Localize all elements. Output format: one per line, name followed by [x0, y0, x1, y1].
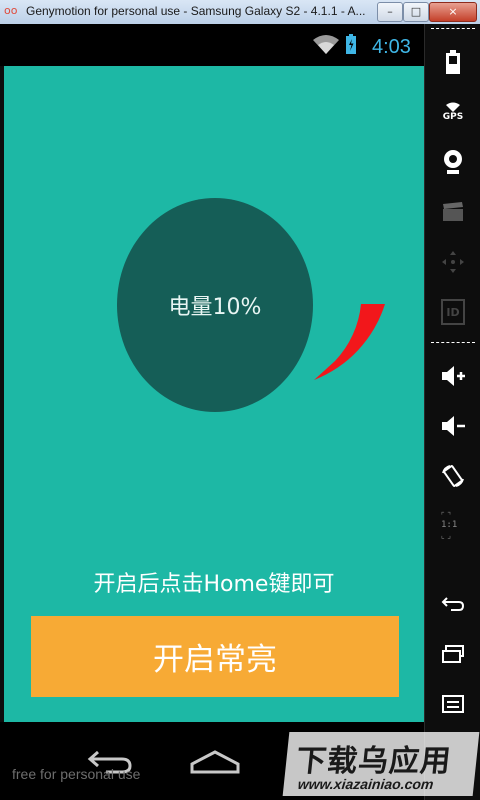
webcam-widget-button[interactable]: [425, 142, 480, 182]
ratio-label: 1:1: [441, 520, 458, 530]
pixel-ratio-icon: 1:1 ⌜ ⌝ ⌞ ⌟: [441, 511, 458, 540]
close-button[interactable]: ×: [429, 2, 477, 22]
dpad-icon: [442, 251, 464, 273]
rotate-button[interactable]: [425, 456, 480, 496]
genymotion-side-panel: GPS ID 1:1 ⌜ ⌝ ⌞ ⌟: [424, 24, 480, 800]
panel-separator: [431, 28, 475, 29]
device-id-widget-button[interactable]: ID: [425, 292, 480, 332]
screencast-widget-button[interactable]: [425, 192, 480, 232]
gps-icon: [446, 102, 460, 112]
recent-apps-button[interactable]: [425, 634, 480, 674]
keep-screen-on-button[interactable]: 开启常亮: [31, 616, 399, 697]
battery-icon: [446, 50, 460, 74]
watermark-url: www.xiazainiao.com: [297, 776, 435, 792]
battery-level-label: 电量10%: [168, 295, 262, 320]
remote-control-widget-button[interactable]: [425, 242, 480, 282]
recent-apps-icon: [442, 645, 464, 663]
gps-widget-button[interactable]: GPS: [425, 92, 480, 132]
app-content: 电量10% 开启后点击Home键即可 开启常亮: [4, 66, 424, 722]
gps-label: GPS: [442, 112, 464, 122]
free-for-personal-use-note: free for personal use: [12, 766, 141, 782]
home-icon[interactable]: [190, 750, 240, 774]
wifi-icon: [313, 35, 339, 54]
volume-down-icon: [442, 416, 465, 436]
volume-up-icon: [442, 366, 465, 386]
volume-up-button[interactable]: [425, 356, 480, 396]
watermark-text: 下载乌应用: [294, 744, 454, 779]
rotate-icon: [442, 465, 464, 487]
minimize-button[interactable]: –: [377, 2, 403, 22]
battery-circle: 电量10%: [117, 198, 313, 412]
id-label: ID: [446, 305, 460, 319]
back-button[interactable]: [425, 584, 480, 624]
maximize-button[interactable]: □: [403, 2, 429, 22]
android-status-bar: [0, 24, 424, 66]
status-clock: 4:03: [372, 36, 411, 58]
hint-text: 开启后点击Home键即可: [93, 572, 335, 597]
panel-separator: [431, 342, 475, 343]
genymotion-logo-icon: oo: [4, 4, 18, 17]
menu-icon: [442, 695, 464, 713]
clapperboard-icon: [443, 202, 463, 221]
window-title-bar: oo Genymotion for personal use - Samsung…: [0, 0, 480, 25]
watermark: 下载乌应用 www.xiazainiao.com: [282, 732, 480, 796]
menu-button[interactable]: [425, 684, 480, 724]
pixel-ratio-button[interactable]: 1:1 ⌜ ⌝ ⌞ ⌟: [425, 506, 480, 546]
webcam-icon: [444, 150, 462, 174]
id-icon: ID: [441, 299, 465, 325]
back-icon: [441, 597, 465, 611]
volume-down-button[interactable]: [425, 406, 480, 446]
window-title: Genymotion for personal use - Samsung Ga…: [26, 4, 366, 18]
battery-icon: [346, 34, 356, 54]
battery-widget-button[interactable]: [425, 42, 480, 82]
